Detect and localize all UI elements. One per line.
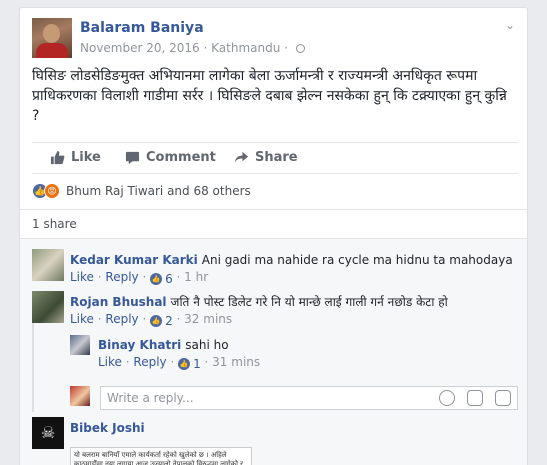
like-count: 1 bbox=[193, 357, 201, 371]
shares-count: 1 share bbox=[20, 209, 527, 239]
reply-text: sahi ho bbox=[185, 338, 229, 352]
share-button[interactable]: Share bbox=[234, 150, 298, 165]
avatar[interactable] bbox=[32, 291, 64, 323]
comment-time[interactable]: 32 mins bbox=[184, 312, 232, 326]
angry-reaction-icon: 😡 bbox=[44, 183, 60, 199]
post-text: घिसिङ लोडसेडिङमुक्त अभियानमा लागेका बेला… bbox=[32, 68, 507, 124]
comment-reply-link[interactable]: Reply bbox=[105, 270, 138, 284]
globe-icon bbox=[295, 44, 305, 53]
dot: · bbox=[166, 355, 179, 369]
comment-like-link[interactable]: Like bbox=[70, 312, 94, 326]
post-meta: November 20, 2016 · Kathmandu · bbox=[80, 41, 305, 55]
reactions-summary[interactable]: 👍 😡 Bhum Raj Tiwari and 68 others bbox=[32, 182, 251, 200]
reply-time[interactable]: 31 mins bbox=[212, 355, 260, 369]
meta-sep-2: · bbox=[280, 41, 292, 55]
shares-link[interactable]: 1 share bbox=[32, 217, 77, 231]
comment-text: Ani gadi ma nahide ra cycle ma hidnu ta … bbox=[201, 253, 513, 267]
thumbs-up-icon: 👍 bbox=[178, 358, 191, 370]
comment-text: जति नै पोस्ट डिलेट गरे नि यो मान्छे लाई … bbox=[170, 295, 448, 309]
like-label: Like bbox=[71, 150, 101, 165]
comment-icon bbox=[125, 151, 140, 165]
dot: · bbox=[172, 270, 185, 284]
share-label: Share bbox=[255, 150, 298, 165]
sticker-icon[interactable] bbox=[495, 390, 511, 406]
share-icon bbox=[234, 151, 249, 164]
chevron-down-icon[interactable]: ⌄ bbox=[505, 18, 515, 32]
dot: · bbox=[138, 312, 151, 326]
dot: · bbox=[138, 270, 151, 284]
comments-section: Kedar Kumar Karki Ani gadi ma nahide ra c… bbox=[20, 239, 527, 465]
reactions-label[interactable]: Bhum Raj Tiwari and 68 others bbox=[66, 184, 251, 198]
avatar[interactable] bbox=[32, 249, 64, 281]
reply-placeholder: Write a reply... bbox=[107, 391, 194, 405]
emoji-icon[interactable] bbox=[439, 390, 455, 406]
comment-actions: Like · Reply · 👍 6 · 1 hr bbox=[70, 270, 208, 286]
post-date[interactable]: November 20, 2016 bbox=[80, 41, 200, 55]
like-count: 2 bbox=[165, 314, 173, 328]
reply-reply-link[interactable]: Reply bbox=[133, 355, 166, 369]
post-location[interactable]: Kathmandu bbox=[211, 41, 280, 55]
comment-like-count[interactable]: 👍 2 bbox=[150, 314, 173, 328]
avatar[interactable] bbox=[70, 335, 90, 355]
meta-sep: · bbox=[199, 41, 212, 55]
comment-author[interactable]: Bibek Joshi bbox=[70, 421, 145, 435]
dot: · bbox=[172, 312, 185, 326]
reply-like-link[interactable]: Like bbox=[98, 355, 122, 369]
dot: · bbox=[93, 312, 106, 326]
reply-input[interactable]: Write a reply... bbox=[100, 386, 518, 410]
post-author[interactable]: Balaram Baniya bbox=[80, 20, 204, 36]
reply-like-count[interactable]: 👍 1 bbox=[178, 357, 201, 371]
reply-author[interactable]: Binay Khatri bbox=[98, 338, 181, 352]
dot: · bbox=[93, 270, 106, 284]
comment-actions: Like · Reply · 👍 2 · 32 mins bbox=[70, 312, 232, 328]
avatar[interactable]: ☠ bbox=[32, 417, 64, 449]
action-bar: Like Comment Share bbox=[32, 142, 518, 174]
comment-time[interactable]: 1 hr bbox=[184, 270, 208, 284]
comment-reply-link[interactable]: Reply bbox=[105, 312, 138, 326]
comment-like-count[interactable]: 👍 6 bbox=[150, 272, 173, 286]
comment-label: Comment bbox=[146, 150, 216, 165]
camera-icon[interactable] bbox=[467, 390, 483, 406]
like-button[interactable]: Like bbox=[50, 150, 101, 165]
comment-image[interactable]: यो बलराम बानियाँ एमाले कार्यकर्ता रहेको … bbox=[70, 447, 252, 465]
comment-author[interactable]: Kedar Kumar Karki bbox=[70, 253, 198, 267]
reply-actions: Like · Reply · 👍 1 · 31 mins bbox=[98, 355, 260, 371]
composer-icons bbox=[439, 390, 511, 406]
comment-author[interactable]: Rojan Bhushal bbox=[70, 295, 167, 309]
comment-like-link[interactable]: Like bbox=[70, 270, 94, 284]
dot: · bbox=[121, 355, 134, 369]
dot: · bbox=[200, 355, 213, 369]
thumbs-up-icon bbox=[50, 150, 65, 165]
thumbs-up-icon: 👍 bbox=[150, 273, 163, 285]
avatar[interactable] bbox=[32, 18, 72, 58]
avatar bbox=[70, 386, 90, 406]
post-card: Balaram Baniya November 20, 2016 · Kathm… bbox=[19, 7, 528, 465]
comment-button[interactable]: Comment bbox=[125, 150, 216, 165]
thumbs-up-icon: 👍 bbox=[150, 315, 163, 327]
like-count: 6 bbox=[165, 272, 173, 286]
